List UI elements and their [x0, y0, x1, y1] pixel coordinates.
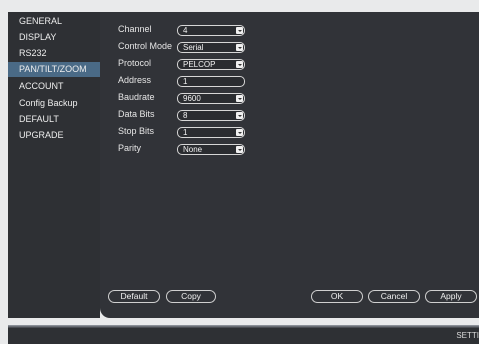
parity-value: None [183, 145, 203, 154]
protocol-label: Protocol [118, 58, 152, 68]
chevron-down-icon [236, 146, 243, 153]
sidebar-item-display[interactable]: DISPLAY [8, 30, 100, 45]
copy-button[interactable]: Copy [166, 290, 216, 303]
chevron-down-icon [236, 95, 243, 102]
baudrate-value: 9600 [183, 94, 201, 103]
baudrate-select[interactable]: 9600 [177, 93, 245, 104]
bottom-status-bar: SETTI [8, 325, 479, 344]
settings-sidebar: GENERAL DISPLAY RS232 PAN/TILT/ZOOM ACCO… [8, 12, 100, 318]
chevron-down-icon [236, 44, 243, 51]
sidebar-item-default[interactable]: DEFAULT [8, 112, 100, 127]
channel-label: Channel [118, 24, 152, 34]
stop-bits-select[interactable]: 1 [177, 127, 245, 138]
chevron-down-icon [236, 129, 243, 136]
chevron-down-icon [236, 61, 243, 68]
settings-label: SETTI [456, 331, 479, 340]
data-bits-select[interactable]: 8 [177, 110, 245, 121]
apply-button[interactable]: Apply [425, 290, 477, 303]
address-input[interactable]: 1 [177, 76, 245, 87]
data-bits-value: 8 [183, 111, 188, 120]
cancel-button[interactable]: Cancel [368, 290, 420, 303]
channel-value: 4 [183, 26, 188, 35]
parity-label: Parity [118, 143, 142, 153]
bottom-bar-divider [8, 325, 479, 328]
data-bits-label: Data Bits [118, 109, 155, 119]
chevron-down-icon [236, 27, 243, 34]
protocol-value: PELCOP [183, 60, 216, 69]
address-label: Address [118, 75, 152, 85]
sidebar-item-account[interactable]: ACCOUNT [8, 79, 100, 94]
channel-select[interactable]: 4 [177, 25, 245, 36]
baudrate-label: Baudrate [118, 92, 155, 102]
sidebar-item-rs232[interactable]: RS232 [8, 46, 100, 61]
sidebar-item-pan-tilt-zoom[interactable]: PAN/TILT/ZOOM [8, 62, 100, 77]
control-mode-select[interactable]: Serial [177, 42, 245, 53]
sidebar-item-upgrade[interactable]: UPGRADE [8, 128, 100, 143]
ptz-settings-panel: Channel 4 Control Mode Serial Protocol P… [100, 12, 479, 318]
stop-bits-value: 1 [183, 128, 188, 137]
control-mode-value: Serial [183, 43, 204, 52]
ok-button[interactable]: OK [311, 290, 363, 303]
default-button[interactable]: Default [108, 290, 160, 303]
sidebar-item-general[interactable]: GENERAL [8, 14, 100, 29]
stop-bits-label: Stop Bits [118, 126, 155, 136]
control-mode-label: Control Mode [118, 41, 173, 51]
chevron-down-icon [236, 112, 243, 119]
sidebar-item-config-backup[interactable]: Config Backup [8, 96, 100, 111]
protocol-select[interactable]: PELCOP [177, 59, 245, 70]
parity-select[interactable]: None [177, 144, 245, 155]
address-value: 1 [183, 77, 188, 86]
